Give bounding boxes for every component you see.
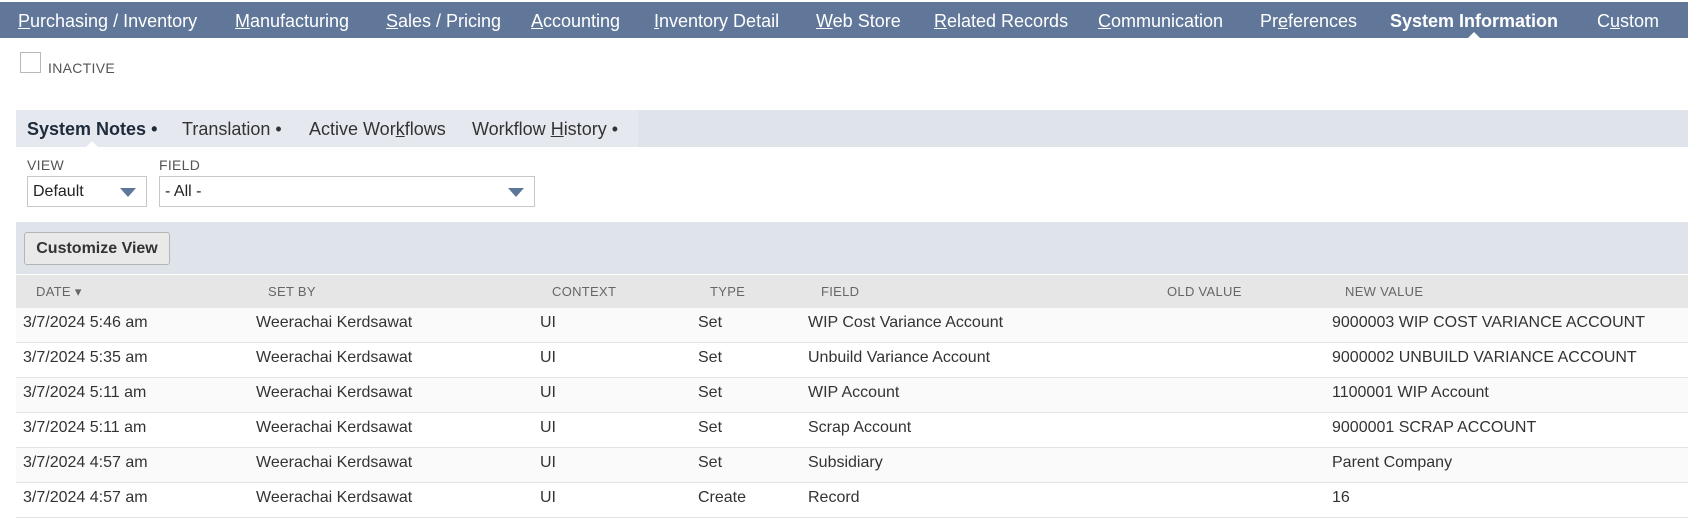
cell-date: 3/7/2024 5:46 am — [23, 314, 148, 331]
customize-view-button[interactable]: Customize View — [24, 232, 170, 265]
table-row: 3/7/2024 5:46 am Weerachai Kerdsawat UI … — [16, 308, 1688, 343]
cell-context: UI — [540, 489, 556, 506]
cell-set-by: Weerachai Kerdsawat — [256, 349, 413, 366]
cell-new-value: 1100001 WIP Account — [1332, 384, 1489, 401]
table-header: DATE ▾ SET BY CONTEXT TYPE FIELD OLD VAL… — [16, 275, 1688, 308]
column-header-set-by[interactable]: SET BY — [268, 275, 316, 308]
cell-set-by: Weerachai Kerdsawat — [256, 419, 413, 436]
cell-new-value: 9000002 UNBUILD VARIANCE ACCOUNT — [1332, 349, 1637, 366]
tab-related-records[interactable]: Related Records — [934, 2, 1068, 38]
tab-web-store[interactable]: Web Store — [816, 2, 901, 38]
tab-inventory-detail[interactable]: Inventory Detail — [654, 2, 779, 38]
cell-new-value: Parent Company — [1332, 454, 1453, 471]
record-tab-bar: Purchasing / Inventory Manufacturing Sal… — [0, 0, 1688, 39]
column-header-field[interactable]: FIELD — [821, 275, 859, 308]
table-row: 3/7/2024 5:11 am Weerachai Kerdsawat UI … — [16, 413, 1688, 448]
tab-preferences[interactable]: Preferences — [1260, 2, 1357, 38]
view-select[interactable]: Default — [27, 176, 147, 207]
list-toolbar — [16, 222, 1688, 274]
view-label: VIEW — [27, 157, 64, 173]
chevron-down-icon — [120, 188, 136, 197]
tab-communication[interactable]: Communication — [1098, 2, 1223, 38]
cell-field: Subsidiary — [808, 454, 883, 471]
cell-context: UI — [540, 349, 556, 366]
cell-date: 3/7/2024 5:35 am — [23, 349, 148, 366]
tab-custom[interactable]: Custom — [1597, 2, 1659, 38]
cell-set-by: Weerachai Kerdsawat — [256, 314, 413, 331]
subtab-workflow-history[interactable]: Workflow History • — [472, 110, 618, 147]
cell-field: Record — [808, 489, 860, 506]
inactive-checkbox[interactable] — [20, 52, 41, 73]
tab-system-information[interactable]: System Information — [1390, 2, 1558, 39]
cell-context: UI — [540, 419, 556, 436]
cell-set-by: Weerachai Kerdsawat — [256, 384, 413, 401]
inactive-label: INACTIVE — [48, 60, 115, 76]
subtab-active-workflows[interactable]: Active Workflows — [309, 110, 446, 147]
tab-sales-pricing[interactable]: Sales / Pricing — [386, 2, 501, 38]
table-row: 3/7/2024 5:11 am Weerachai Kerdsawat UI … — [16, 378, 1688, 413]
subtab-bar: System Notes • Translation • Active Work… — [16, 110, 1688, 148]
table-row: 3/7/2024 4:57 am Weerachai Kerdsawat UI … — [16, 448, 1688, 483]
table-row: 3/7/2024 4:57 am Weerachai Kerdsawat UI … — [16, 483, 1688, 518]
subtab-group: System Notes • Translation • Active Work… — [16, 110, 638, 148]
cell-date: 3/7/2024 5:11 am — [23, 384, 147, 401]
view-select-value: Default — [33, 183, 84, 200]
column-header-type[interactable]: TYPE — [710, 275, 745, 308]
cell-date: 3/7/2024 4:57 am — [23, 489, 148, 506]
subtab-translation[interactable]: Translation • — [182, 110, 282, 147]
cell-field: Scrap Account — [808, 419, 912, 436]
chevron-down-icon — [508, 188, 524, 197]
cell-set-by: Weerachai Kerdsawat — [256, 489, 413, 506]
cell-field: WIP Account — [808, 384, 900, 401]
subtab-system-notes[interactable]: System Notes • — [27, 110, 157, 148]
cell-context: UI — [540, 454, 556, 471]
cell-type: Set — [698, 419, 723, 436]
cell-set-by: Weerachai Kerdsawat — [256, 454, 413, 471]
cell-context: UI — [540, 384, 556, 401]
cell-type: Set — [698, 349, 723, 366]
column-header-new-value[interactable]: NEW VALUE — [1345, 275, 1423, 308]
cell-type: Set — [698, 314, 723, 331]
field-select-value: - All - — [165, 183, 202, 200]
table-row: 3/7/2024 5:35 am Weerachai Kerdsawat UI … — [16, 343, 1688, 378]
tab-manufacturing[interactable]: Manufacturing — [235, 2, 349, 38]
cell-context: UI — [540, 314, 556, 331]
cell-type: Create — [698, 489, 747, 506]
field-select[interactable]: - All - — [159, 176, 535, 207]
cell-date: 3/7/2024 5:11 am — [23, 419, 147, 436]
cell-date: 3/7/2024 4:57 am — [23, 454, 148, 471]
cell-new-value: 16 — [1332, 489, 1350, 506]
field-label: FIELD — [159, 157, 201, 173]
column-header-context[interactable]: CONTEXT — [552, 275, 616, 308]
cell-new-value: 9000003 WIP COST VARIANCE ACCOUNT — [1332, 314, 1645, 331]
cell-type: Set — [698, 384, 723, 401]
column-header-old-value[interactable]: OLD VALUE — [1167, 275, 1242, 308]
tab-purchasing-inventory[interactable]: Purchasing / Inventory — [18, 2, 197, 38]
column-header-date[interactable]: DATE ▾ — [36, 275, 82, 308]
cell-field: WIP Cost Variance Account — [808, 314, 1004, 331]
cell-type: Set — [698, 454, 723, 471]
tab-accounting[interactable]: Accounting — [531, 2, 620, 38]
cell-field: Unbuild Variance Account — [808, 349, 991, 366]
cell-new-value: 9000001 SCRAP ACCOUNT — [1332, 419, 1537, 436]
